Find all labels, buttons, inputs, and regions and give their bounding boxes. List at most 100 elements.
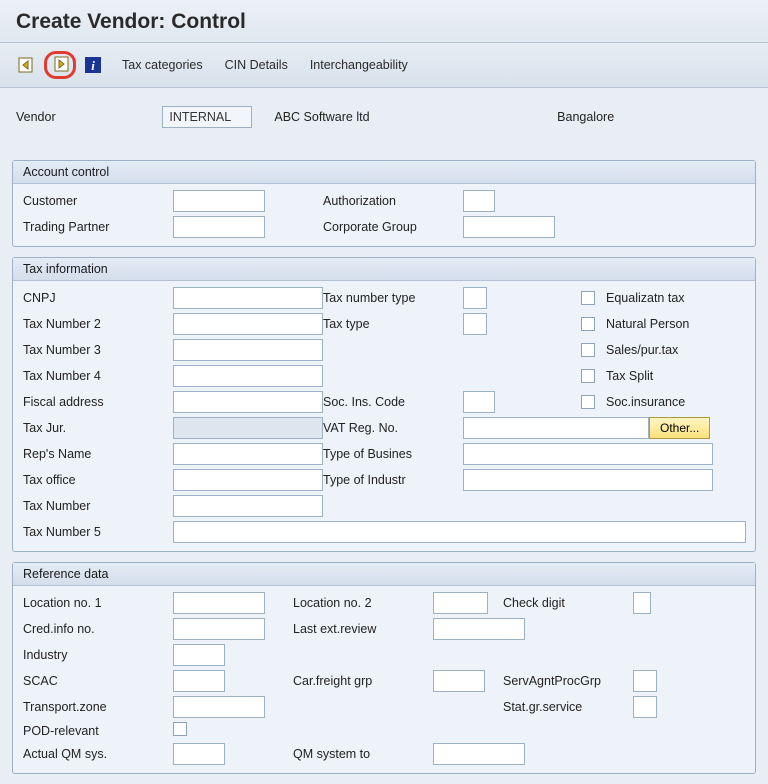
- tax-number-4-label: Tax Number 4: [23, 369, 173, 383]
- tax-jur-label: Tax Jur.: [23, 421, 173, 435]
- account-control-group: Account control Customer Authorization T…: [12, 160, 756, 247]
- tax-number-3-input[interactable]: [173, 339, 323, 361]
- tax-number-3-label: Tax Number 3: [23, 343, 173, 357]
- stat-gr-service-label: Stat.gr.service: [503, 700, 633, 714]
- vendor-name: ABC Software ltd: [274, 110, 547, 124]
- page-title: Create Vendor: Control: [16, 10, 752, 34]
- qm-system-to-input[interactable]: [433, 743, 525, 765]
- serv-agnt-proc-grp-input[interactable]: [633, 670, 657, 692]
- serv-agnt-proc-grp-label: ServAgntProcGrp: [503, 674, 633, 688]
- industry-label: Industry: [23, 648, 173, 662]
- pod-relevant-checkbox[interactable]: [173, 722, 187, 736]
- highlighted-next-button: [44, 51, 76, 79]
- reps-name-label: Rep's Name: [23, 447, 173, 461]
- toolbar: i Tax categories CIN Details Interchange…: [0, 43, 768, 88]
- authorization-input[interactable]: [463, 190, 495, 212]
- location-no-1-input[interactable]: [173, 592, 265, 614]
- industry-input[interactable]: [173, 644, 225, 666]
- tax-information-title: Tax information: [13, 258, 755, 281]
- sales-pur-tax-label: Sales/pur.tax: [606, 343, 746, 357]
- cnpj-input[interactable]: [173, 287, 323, 309]
- vat-reg-no-label: VAT Reg. No.: [323, 421, 463, 435]
- stat-gr-service-input[interactable]: [633, 696, 657, 718]
- soc-insurance-label: Soc.insurance: [606, 395, 746, 409]
- tax-number-5-label: Tax Number 5: [23, 525, 173, 539]
- tax-information-group: Tax information CNPJ Tax number type Equ…: [12, 257, 756, 552]
- cred-info-no-label: Cred.info no.: [23, 622, 173, 636]
- reference-data-group: Reference data Location no. 1 Location n…: [12, 562, 756, 774]
- other-button[interactable]: Other...: [649, 417, 710, 439]
- location-no-1-label: Location no. 1: [23, 596, 173, 610]
- tax-categories-link[interactable]: Tax categories: [118, 56, 207, 74]
- type-of-industry-label: Type of Industr: [323, 473, 463, 487]
- transport-zone-input[interactable]: [173, 696, 265, 718]
- scac-input[interactable]: [173, 670, 225, 692]
- reps-name-input[interactable]: [173, 443, 323, 465]
- tax-type-label: Tax type: [323, 317, 463, 331]
- type-of-industry-input[interactable]: [463, 469, 713, 491]
- natural-person-label: Natural Person: [606, 317, 746, 331]
- corporate-group-input[interactable]: [463, 216, 555, 238]
- trading-partner-label: Trading Partner: [23, 220, 173, 234]
- equalizatn-tax-checkbox[interactable]: [581, 291, 595, 305]
- tax-split-label: Tax Split: [606, 369, 746, 383]
- customer-label: Customer: [23, 194, 173, 208]
- cred-info-no-input[interactable]: [173, 618, 265, 640]
- reference-data-title: Reference data: [13, 563, 755, 586]
- tax-type-input[interactable]: [463, 313, 487, 335]
- natural-person-checkbox[interactable]: [581, 317, 595, 331]
- tax-number-label: Tax Number: [23, 499, 173, 513]
- customer-input[interactable]: [173, 190, 265, 212]
- tax-number-input[interactable]: [173, 495, 323, 517]
- soc-insurance-checkbox[interactable]: [581, 395, 595, 409]
- transport-zone-label: Transport.zone: [23, 700, 173, 714]
- vendor-value: INTERNAL: [162, 106, 252, 128]
- trading-partner-input[interactable]: [173, 216, 265, 238]
- location-no-2-label: Location no. 2: [293, 596, 433, 610]
- soc-ins-code-label: Soc. Ins. Code: [323, 395, 463, 409]
- tax-number-4-input[interactable]: [173, 365, 323, 387]
- type-of-business-label: Type of Busines: [323, 447, 463, 461]
- cnpj-label: CNPJ: [23, 291, 173, 305]
- svg-text:i: i: [91, 58, 95, 73]
- vendor-label: Vendor: [16, 110, 152, 124]
- vat-reg-no-input[interactable]: [463, 417, 649, 439]
- check-digit-label: Check digit: [503, 596, 633, 610]
- actual-qm-sys-input[interactable]: [173, 743, 225, 765]
- interchangeability-link[interactable]: Interchangeability: [306, 56, 412, 74]
- tax-office-input[interactable]: [173, 469, 323, 491]
- car-freight-grp-input[interactable]: [433, 670, 485, 692]
- tax-split-checkbox[interactable]: [581, 369, 595, 383]
- soc-ins-code-input[interactable]: [463, 391, 495, 413]
- location-no-2-input[interactable]: [433, 592, 488, 614]
- tax-number-type-input[interactable]: [463, 287, 487, 309]
- scac-label: SCAC: [23, 674, 173, 688]
- next-screen-icon[interactable]: [49, 54, 71, 74]
- qm-system-to-label: QM system to: [293, 747, 433, 761]
- vendor-city: Bangalore: [557, 110, 752, 124]
- cin-details-link[interactable]: CIN Details: [221, 56, 292, 74]
- sales-pur-tax-checkbox[interactable]: [581, 343, 595, 357]
- tax-number-2-input[interactable]: [173, 313, 323, 335]
- tax-number-5-input[interactable]: [173, 521, 746, 543]
- equalizatn-tax-label: Equalizatn tax: [606, 291, 746, 305]
- fiscal-address-input[interactable]: [173, 391, 323, 413]
- pod-relevant-label: POD-relevant: [23, 724, 173, 738]
- authorization-label: Authorization: [323, 194, 463, 208]
- tax-number-type-label: Tax number type: [323, 291, 463, 305]
- tax-number-2-label: Tax Number 2: [23, 317, 173, 331]
- actual-qm-sys-label: Actual QM sys.: [23, 747, 173, 761]
- vendor-header-row: Vendor INTERNAL ABC Software ltd Bangalo…: [0, 88, 768, 154]
- fiscal-address-label: Fiscal address: [23, 395, 173, 409]
- prev-screen-icon[interactable]: [16, 55, 38, 75]
- title-bar: Create Vendor: Control: [0, 0, 768, 43]
- account-control-title: Account control: [13, 161, 755, 184]
- type-of-business-input[interactable]: [463, 443, 713, 465]
- info-icon[interactable]: i: [82, 55, 104, 75]
- corporate-group-label: Corporate Group: [323, 220, 463, 234]
- tax-jur-input: [173, 417, 323, 439]
- last-ext-review-input[interactable]: [433, 618, 525, 640]
- tax-office-label: Tax office: [23, 473, 173, 487]
- check-digit-input[interactable]: [633, 592, 651, 614]
- last-ext-review-label: Last ext.review: [293, 622, 433, 636]
